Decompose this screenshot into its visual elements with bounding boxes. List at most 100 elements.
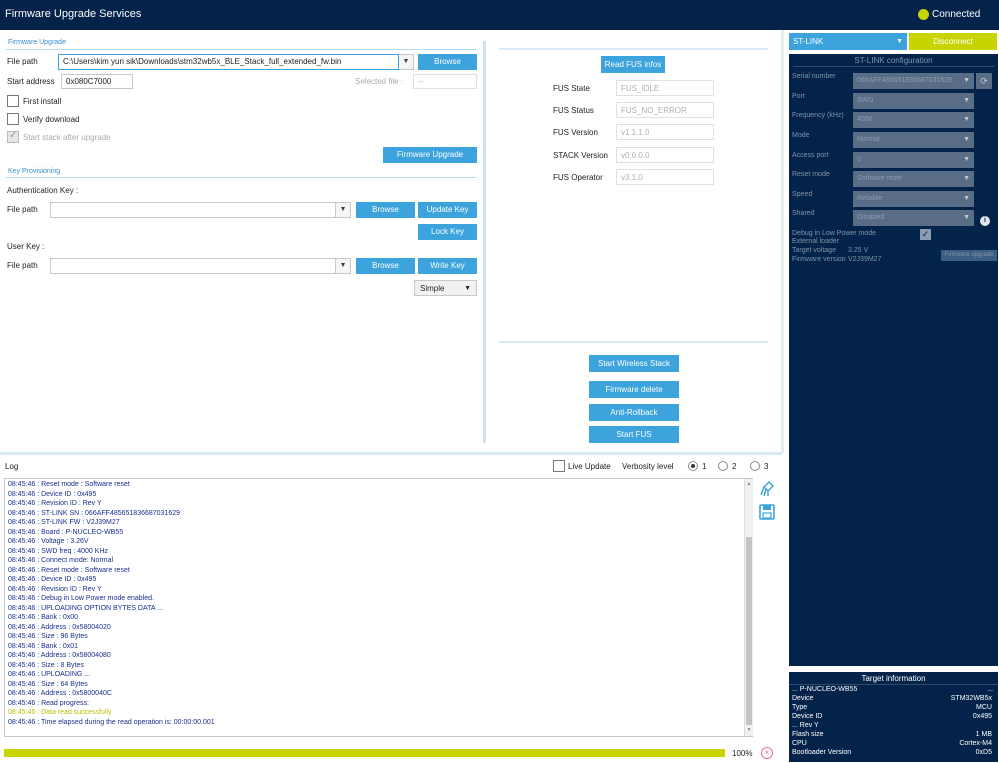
chevron-down-icon: ▼ [963,175,970,182]
verbosity-radio-1[interactable] [688,461,698,471]
board-value: P-NUCLEO-WB55 [799,686,858,693]
stack-version-value: v0.0.0.0 [616,147,714,163]
refresh-icon[interactable]: ⟳ [976,73,992,89]
fus-version-value: v1.1.1.0 [616,124,714,140]
log-title: Log [5,462,19,471]
firmware-upgrade-heading: Firmware Upgrade [8,39,66,46]
debug-low-power-checkbox[interactable]: ✓ [920,229,931,240]
section-divider [6,49,476,50]
interface-select[interactable]: ST-LINK ▼ [789,33,907,50]
user-browse-button[interactable]: Browse [356,258,415,274]
log-scrollbar[interactable]: ▲ ▼ [744,479,753,736]
reset-mode-value: Software reset [857,175,903,182]
chevron-down-icon: ▼ [963,195,970,202]
verbosity-2-label: 2 [732,462,737,471]
anti-rollback-button[interactable]: Anti-Rollback [589,404,679,421]
frequency-select[interactable]: 4000 ▼ [853,112,974,128]
log-line: 08:45:46 : Device ID : 0x495 [8,576,97,583]
auth-key-file-input[interactable] [50,202,336,218]
target-information-panel: Target information ... P-NUCLEO-WB55 ...… [789,672,998,762]
chevron-down-icon[interactable]: ▼ [399,54,414,70]
verbosity-3-label: 3 [764,462,769,471]
update-key-button[interactable]: Update Key [418,202,477,218]
type-label: Type [792,704,808,711]
clear-log-icon[interactable] [759,481,775,497]
fus-status-label: FUS Status [553,106,594,115]
serial-number-label: Serial number [792,73,836,80]
section-divider [6,177,476,178]
fus-status-value: FUS_NO_ERROR [616,102,714,118]
log-line: 08:45:46 : Device ID : 0x495 [8,490,97,498]
serial-number-select[interactable]: 066AFF485651836687031629 ▼ [853,73,974,89]
stlink-firmware-upgrade-button[interactable]: Firmware upgrade [941,250,997,261]
shared-select[interactable]: Disabled ▼ [853,210,974,226]
key-provisioning-heading: Key Provisioning [8,168,61,175]
log-line: 08:45:46 : UPLOADING OPTION BYTES DATA .… [8,604,163,612]
shared-label: Shared [792,210,815,217]
log-line: 08:45:46 : Board : P-NUCLEO-WB55 [8,528,124,536]
log-line: 08:45:46 : Data read successfully [8,709,112,716]
title-bar: Firmware Upgrade Services Connected [0,0,999,30]
speed-label: Speed [792,191,813,198]
info-icon[interactable]: i [980,216,990,226]
verify-download-checkbox[interactable] [7,113,19,125]
firmware-file-path-input[interactable]: C:\Users\kim yun sik\Downloads\stm32wb5x… [58,54,399,70]
scrollbar-thumb[interactable] [746,537,752,725]
write-key-button[interactable]: Write Key [418,258,477,274]
chevron-down-icon: ▼ [963,214,970,221]
browse-button[interactable]: Browse [418,54,477,70]
fus-operator-value: v3.1.0 [616,169,714,185]
start-fus-button[interactable]: Start FUS [589,426,679,443]
save-log-icon[interactable] [759,504,775,520]
flash-size-value: 1 MB [975,731,992,738]
fus-version-label: FUS Version [553,128,598,137]
reset-mode-select[interactable]: Software reset ▼ [853,171,974,187]
cancel-icon[interactable]: × [761,747,773,759]
progress-fill [4,749,725,757]
key-mode-select[interactable]: Simple ▼ [414,280,477,296]
user-key-file-input[interactable] [50,258,336,274]
chevron-down-icon[interactable]: ▼ [336,202,351,218]
first-install-checkbox[interactable] [7,95,19,107]
port-select[interactable]: SWD ▼ [853,93,974,109]
log-output[interactable]: 08:45:46 : Reset mode : Software reset 08… [4,478,753,737]
vertical-divider [781,30,784,453]
board-prefix: ... [792,686,798,693]
device-id-value: 0x495 [972,713,992,720]
serial-number-value: 066AFF485651836687031629 [857,77,952,84]
cpu-label: CPU [792,740,807,747]
bootloader-value: 0xD5 [975,749,992,756]
read-fus-infos-button[interactable]: Read FUS infos [601,56,665,73]
file-path-label: File path [7,57,38,66]
scroll-down-icon[interactable]: ▼ [745,727,753,733]
section-divider [789,684,998,685]
user-file-path-label: File path [7,261,38,270]
live-update-label: Live Update [568,462,611,471]
chevron-down-icon[interactable]: ▼ [336,258,351,274]
stlink-config-panel: ST-LINK configuration Serial number 066A… [789,54,998,666]
start-address-input[interactable]: 0x080C7000 [61,74,133,89]
scroll-up-icon[interactable]: ▲ [745,481,753,487]
verbosity-radio-3[interactable] [750,461,760,471]
firmware-delete-button[interactable]: Firmware delete [589,381,679,398]
disconnect-button[interactable]: Disconnect [909,33,997,50]
lock-key-button[interactable]: Lock Key [418,224,477,240]
verbosity-radio-2[interactable] [718,461,728,471]
start-wireless-stack-button[interactable]: Start Wireless Stack [589,355,679,372]
log-line: 08:45:46 : Voltage : 3.26V [8,538,89,545]
live-update-checkbox[interactable] [553,460,565,472]
fus-state-label: FUS State [553,84,590,93]
mode-select[interactable]: Normal ▼ [853,132,974,148]
start-stack-label: Start stack after upgrade [23,133,111,142]
section-divider [793,66,994,67]
log-line: 08:45:46 : Size : 64 Bytes [8,680,88,688]
firmware-upgrade-button[interactable]: Firmware Upgrade [383,147,477,163]
chevron-down-icon: ▼ [963,156,970,163]
access-port-select[interactable]: 0 ▼ [853,152,974,168]
speed-select[interactable]: Reliable ▼ [853,191,974,207]
firmware-version-label: Firmware version [792,256,846,263]
target-voltage-value: 3.25 V [848,247,869,254]
auth-browse-button[interactable]: Browse [356,202,415,218]
app-title: Firmware Upgrade Services [5,8,142,20]
start-stack-checkbox[interactable]: ✓ [7,130,19,143]
